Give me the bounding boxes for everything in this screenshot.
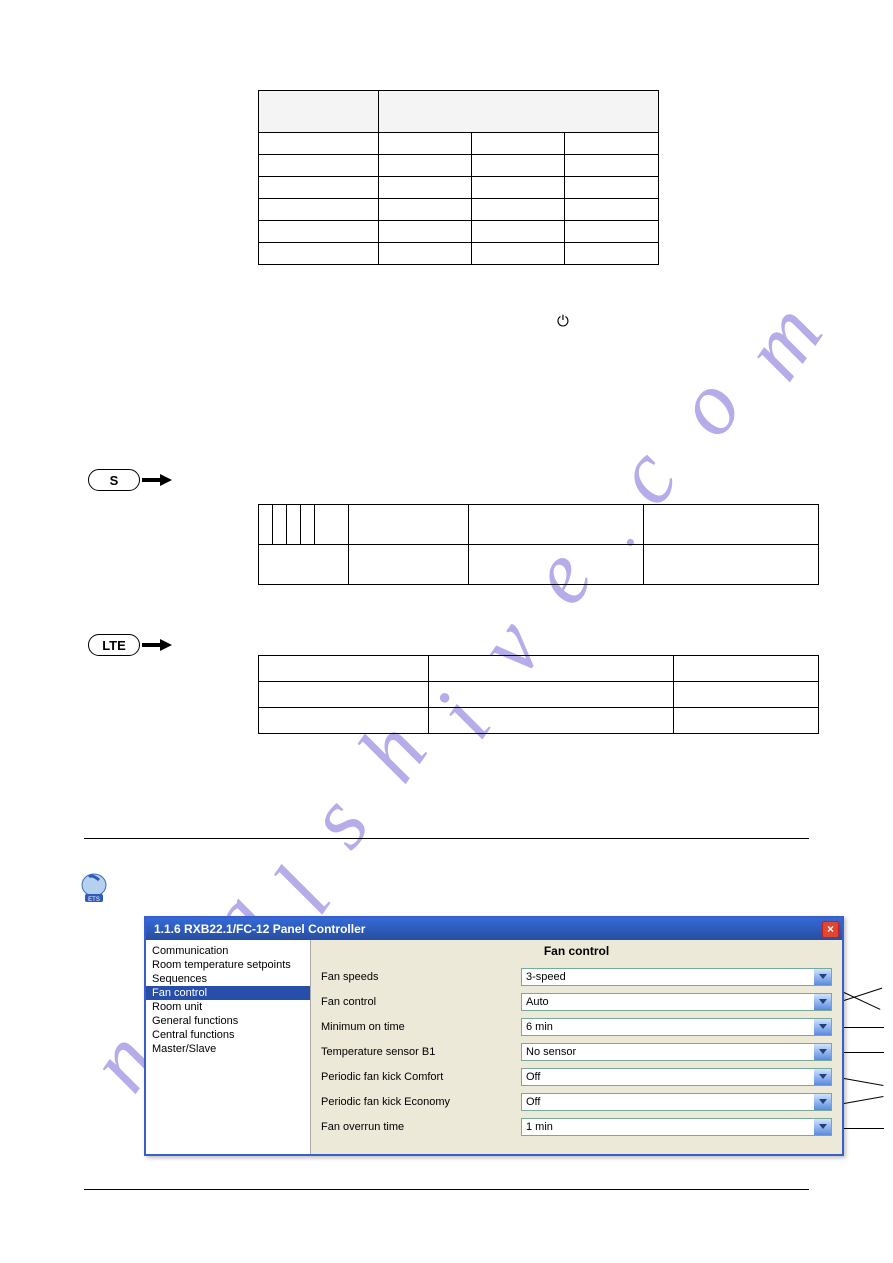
- ets-form-panel: Fan control Fan speeds 3-speed Fan contr…: [311, 940, 842, 1154]
- sidebar-item-general-functions[interactable]: General functions: [146, 1014, 310, 1028]
- label-temp-sensor-b1: Temperature sensor B1: [321, 1046, 521, 1058]
- table-s-mode: [258, 504, 819, 585]
- select-fan-control[interactable]: Auto: [521, 993, 832, 1011]
- chevron-down-icon[interactable]: [814, 969, 831, 985]
- arrow-icon: [142, 640, 172, 650]
- arrow-icon: [142, 475, 172, 485]
- window-title: 1.1.6 RXB22.1/FC-12 Panel Controller: [154, 922, 365, 936]
- leader-line: [844, 1052, 884, 1053]
- lte-badge: LTE: [88, 634, 140, 656]
- select-fan-overrun[interactable]: 1 min: [521, 1118, 832, 1136]
- label-fan-kick-economy: Periodic fan kick Economy: [321, 1096, 521, 1108]
- value-fan-control: Auto: [526, 996, 549, 1008]
- sidebar-item-room-temp-setpoints[interactable]: Room temperature setpoints: [146, 958, 310, 972]
- leader-line: [844, 1128, 884, 1129]
- ets-window: 1.1.6 RXB22.1/FC-12 Panel Controller × C…: [144, 916, 844, 1156]
- table-top: [258, 90, 659, 265]
- value-fan-overrun: 1 min: [526, 1121, 553, 1133]
- svg-text:ETS: ETS: [88, 897, 100, 903]
- chevron-down-icon[interactable]: [814, 1044, 831, 1060]
- select-temp-sensor-b1[interactable]: No sensor: [521, 1043, 832, 1061]
- value-temp-sensor-b1: No sensor: [526, 1046, 576, 1058]
- sidebar-item-sequences[interactable]: Sequences: [146, 972, 310, 986]
- label-fan-control: Fan control: [321, 996, 521, 1008]
- sidebar-item-fan-control[interactable]: Fan control: [146, 986, 310, 1000]
- chevron-down-icon[interactable]: [814, 1019, 831, 1035]
- select-fan-kick-economy[interactable]: Off: [521, 1093, 832, 1111]
- value-fan-kick-comfort: Off: [526, 1071, 540, 1083]
- sidebar-item-communication[interactable]: Communication: [146, 944, 310, 958]
- label-fan-kick-comfort: Periodic fan kick Comfort: [321, 1071, 521, 1083]
- table-lte: [258, 655, 819, 734]
- section-divider: [84, 838, 809, 839]
- close-icon[interactable]: ×: [822, 921, 839, 938]
- footer-divider: [84, 1189, 809, 1190]
- chevron-down-icon[interactable]: [814, 994, 831, 1010]
- window-titlebar[interactable]: 1.1.6 RXB22.1/FC-12 Panel Controller ×: [146, 918, 842, 940]
- label-fan-speeds: Fan speeds: [321, 971, 521, 983]
- leader-line: [844, 1027, 884, 1028]
- sidebar-item-central-functions[interactable]: Central functions: [146, 1028, 310, 1042]
- chevron-down-icon[interactable]: [814, 1119, 831, 1135]
- lte-badge-label: LTE: [102, 638, 126, 653]
- sidebar-item-master-slave[interactable]: Master/Slave: [146, 1042, 310, 1056]
- select-fan-kick-comfort[interactable]: Off: [521, 1068, 832, 1086]
- ets-sidebar: Communication Room temperature setpoints…: [146, 940, 311, 1154]
- label-fan-overrun: Fan overrun time: [321, 1121, 521, 1133]
- leader-line: [844, 1096, 884, 1104]
- value-fan-kick-economy: Off: [526, 1096, 540, 1108]
- s-badge-label: S: [110, 473, 119, 488]
- value-min-on-time: 6 min: [526, 1021, 553, 1033]
- leader-line: [844, 1078, 884, 1086]
- power-icon: ⏻: [557, 313, 569, 330]
- select-fan-speeds[interactable]: 3-speed: [521, 968, 832, 986]
- chevron-down-icon[interactable]: [814, 1069, 831, 1085]
- form-panel-title: Fan control: [321, 944, 832, 958]
- s-badge: S: [88, 469, 140, 491]
- chevron-down-icon[interactable]: [814, 1094, 831, 1110]
- sidebar-item-room-unit[interactable]: Room unit: [146, 1000, 310, 1014]
- label-min-on-time: Minimum on time: [321, 1021, 521, 1033]
- ets-icon: ETS: [79, 873, 109, 905]
- select-min-on-time[interactable]: 6 min: [521, 1018, 832, 1036]
- value-fan-speeds: 3-speed: [526, 971, 566, 983]
